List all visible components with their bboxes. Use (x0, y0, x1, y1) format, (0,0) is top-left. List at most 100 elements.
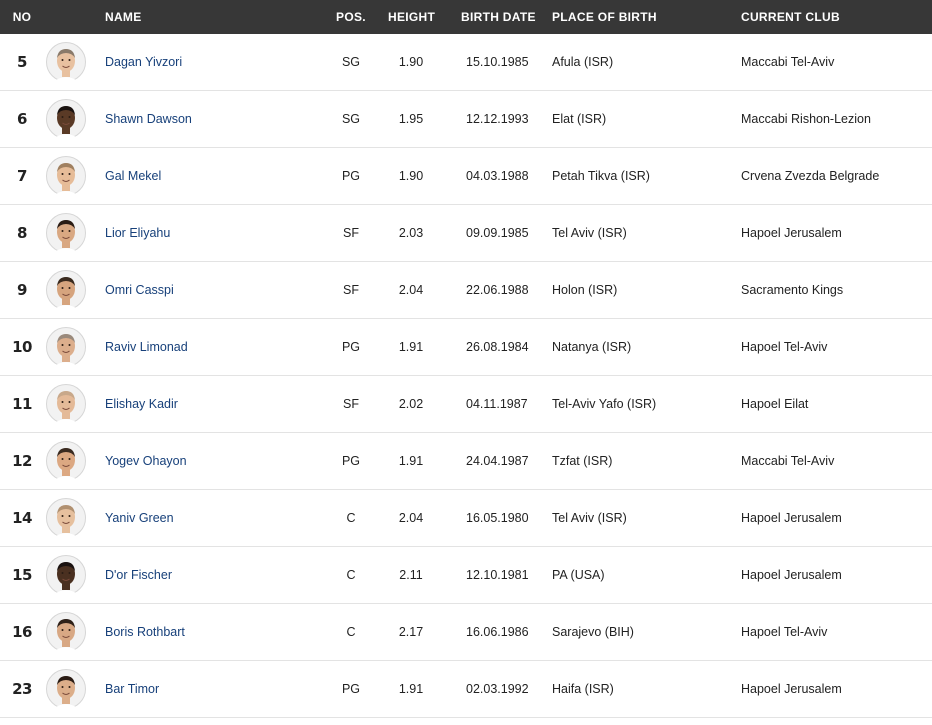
header-place-of-birth[interactable]: PLACE OF BIRTH (552, 0, 657, 34)
player-height: 1.95 (398, 112, 424, 126)
player-name-link[interactable]: Shawn Dawson (105, 91, 192, 148)
player-birth-date: 02.03.1992 (466, 682, 529, 696)
header-pos[interactable]: POS. (330, 0, 372, 34)
player-birth-date: 26.08.1984 (466, 340, 529, 354)
player-number: 14 (12, 509, 32, 527)
player-portrait-icon (46, 384, 86, 424)
player-name-link[interactable]: D'or Fischer (105, 547, 172, 604)
player-portrait-icon (46, 555, 86, 595)
player-number: 12 (12, 452, 32, 470)
player-portrait-icon (46, 441, 86, 481)
player-birth-date: 09.09.1985 (466, 226, 529, 240)
player-name-link[interactable]: Raviv Limonad (105, 319, 188, 376)
player-avatar (46, 156, 86, 196)
player-name-link[interactable]: Elishay Kadir (105, 376, 178, 433)
player-portrait-icon (46, 270, 86, 310)
player-name-link[interactable]: Bar Timor (105, 661, 159, 718)
player-place-of-birth: Natanya (ISR) (552, 340, 632, 354)
player-birth-date: 04.11.1987 (466, 397, 528, 411)
player-name-link[interactable]: Lior Eliyahu (105, 205, 170, 262)
table-row[interactable]: 5 Dagan Yivzori SG 1.90 15.10.1985 Afula (ISR… (0, 34, 932, 91)
player-place-of-birth: Haifa (ISR) (552, 682, 614, 696)
player-position: SF (343, 226, 359, 240)
header-no[interactable]: NO (0, 0, 44, 34)
player-current-club: Maccabi Tel-Aviv (741, 454, 835, 468)
player-avatar (46, 99, 86, 139)
player-avatar (46, 213, 86, 253)
player-position: PG (341, 340, 361, 354)
player-name-link[interactable]: Boris Rothbart (105, 604, 185, 661)
table-row[interactable]: 6 Shawn Dawson SG 1.95 12.12.1993 Elat (ISR) M… (0, 91, 932, 148)
player-current-club: Maccabi Rishon-Lezion (741, 112, 871, 126)
player-height: 2.04 (398, 283, 424, 297)
player-height: 2.02 (398, 397, 424, 411)
player-number: 16 (12, 623, 32, 641)
table-row[interactable]: 23 Bar Timor PG 1.91 02.03.1992 Haifa (ISR) Ha… (0, 661, 932, 718)
player-number: 15 (12, 566, 32, 584)
player-position: PG (341, 169, 361, 183)
player-birth-date: 12.12.1993 (466, 112, 529, 126)
player-place-of-birth: Sarajevo (BIH) (552, 625, 634, 639)
player-height: 1.91 (398, 340, 424, 354)
player-place-of-birth: PA (USA) (552, 568, 605, 582)
header-name[interactable]: NAME (105, 0, 142, 34)
player-current-club: Hapoel Tel-Aviv (741, 340, 828, 354)
player-avatar (46, 384, 86, 424)
player-avatar (46, 441, 86, 481)
player-position: C (346, 568, 356, 582)
player-height: 1.91 (398, 454, 424, 468)
roster-table: NO NAME POS. HEIGHT BIRTH DATE PLACE OF … (0, 0, 932, 718)
player-birth-date: 24.04.1987 (466, 454, 529, 468)
player-avatar (46, 555, 86, 595)
player-name-link[interactable]: Gal Mekel (105, 148, 161, 205)
table-row[interactable]: 15 D'or Fischer C 2.11 12.10.1981 PA (USA) Hap… (0, 547, 932, 604)
player-number: 5 (17, 53, 27, 71)
player-current-club: Sacramento Kings (741, 283, 844, 297)
player-name-link[interactable]: Dagan Yivzori (105, 34, 182, 91)
header-current-club[interactable]: CURRENT CLUB (741, 0, 840, 34)
player-place-of-birth: Afula (ISR) (552, 55, 614, 69)
player-avatar (46, 669, 86, 709)
player-portrait-icon (46, 327, 86, 367)
player-birth-date: 22.06.1988 (466, 283, 529, 297)
player-number: 11 (12, 395, 32, 413)
player-number: 23 (12, 680, 32, 698)
player-number: 10 (12, 338, 32, 356)
player-current-club: Hapoel Tel-Aviv (741, 625, 828, 639)
table-row[interactable]: 9 Omri Casspi SF 2.04 22.06.1988 Holon (ISR) S… (0, 262, 932, 319)
player-birth-date: 04.03.1988 (466, 169, 529, 183)
header-birth-date[interactable]: BIRTH DATE (461, 0, 536, 34)
player-height: 1.90 (398, 55, 424, 69)
player-birth-date: 16.06.1986 (466, 625, 529, 639)
table-row[interactable]: 16 Boris Rothbart C 2.17 16.06.1986 Sarajevo … (0, 604, 932, 661)
player-portrait-icon (46, 99, 86, 139)
table-row[interactable]: 11 Elishay Kadir SF 2.02 04.11.1987 Tel-Aviv … (0, 376, 932, 433)
table-body: 5 Dagan Yivzori SG 1.90 15.10.1985 Afula (ISR… (0, 34, 932, 718)
player-name-link[interactable]: Omri Casspi (105, 262, 174, 319)
player-portrait-icon (46, 42, 86, 82)
player-number: 9 (17, 281, 27, 299)
player-current-club: Hapoel Jerusalem (741, 226, 842, 240)
player-avatar (46, 327, 86, 367)
player-place-of-birth: Tel Aviv (ISR) (552, 226, 627, 240)
player-height: 1.90 (398, 169, 424, 183)
header-height[interactable]: HEIGHT (388, 0, 435, 34)
player-birth-date: 15.10.1985 (466, 55, 529, 69)
player-position: SG (341, 55, 361, 69)
player-place-of-birth: Holon (ISR) (552, 283, 618, 297)
player-height: 2.03 (398, 226, 424, 240)
player-position: SF (343, 283, 359, 297)
player-birth-date: 16.05.1980 (466, 511, 529, 525)
player-portrait-icon (46, 669, 86, 709)
player-name-link[interactable]: Yaniv Green (105, 490, 174, 547)
table-row[interactable]: 14 Yaniv Green C 2.04 16.05.1980 Tel Aviv (IS… (0, 490, 932, 547)
table-row[interactable]: 7 Gal Mekel PG 1.90 04.03.1988 Petah Tikva (I… (0, 148, 932, 205)
player-name-link[interactable]: Yogev Ohayon (105, 433, 187, 490)
table-row[interactable]: 10 Raviv Limonad PG 1.91 26.08.1984 Natanya (… (0, 319, 932, 376)
player-portrait-icon (46, 156, 86, 196)
table-row[interactable]: 8 Lior Eliyahu SF 2.03 09.09.1985 Tel Aviv (I… (0, 205, 932, 262)
player-place-of-birth: Elat (ISR) (552, 112, 607, 126)
table-row[interactable]: 12 Yogev Ohayon PG 1.91 24.04.1987 Tzfat (ISR… (0, 433, 932, 490)
player-avatar (46, 498, 86, 538)
player-current-club: Hapoel Jerusalem (741, 511, 842, 525)
